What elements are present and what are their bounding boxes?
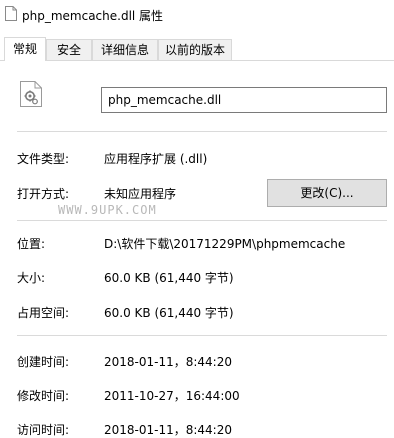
title-bar: php_memcache.dll 属性: [0, 0, 394, 28]
tab-details-label: 详细信息: [100, 43, 149, 57]
location-value: D:\软件下载\20171229PM\phpmemcache: [104, 237, 346, 251]
change-button[interactable]: 更改(C)...: [267, 179, 387, 207]
divider: [17, 335, 387, 336]
size-on-disk-value: 60.0 KB (61,440 字节): [104, 306, 234, 320]
tab-general[interactable]: 常规: [4, 37, 46, 61]
location-label: 位置:: [17, 237, 46, 251]
created-value: 2018-01-11，8:44:20: [104, 355, 232, 369]
opens-with-label: 打开方式:: [17, 187, 70, 201]
tab-general-label: 常规: [12, 42, 37, 56]
file-icon: [5, 6, 17, 21]
size-label: 大小:: [17, 271, 46, 285]
created-label: 创建时间:: [17, 355, 70, 369]
tab-previous-versions-label: 以前的版本: [164, 43, 225, 57]
tab-details[interactable]: 详细信息: [92, 39, 158, 60]
modified-value: 2011-10-27，16:44:00: [104, 389, 240, 403]
tab-security-label: 安全: [56, 43, 81, 57]
settings-file-icon: [20, 81, 42, 107]
divider: [17, 131, 387, 132]
tab-previous-versions[interactable]: 以前的版本: [158, 39, 232, 60]
watermark: WWW.9UPK.COM: [58, 203, 157, 217]
tab-security[interactable]: 安全: [46, 39, 92, 60]
filename-field[interactable]: php_memcache.dll: [101, 87, 387, 113]
size-on-disk-label: 占用空间:: [17, 306, 70, 320]
divider: [17, 220, 387, 221]
size-value: 60.0 KB (61,440 字节): [104, 271, 234, 285]
file-type-value: 应用程序扩展 (.dll): [104, 152, 208, 166]
opens-with-value: 未知应用程序: [104, 187, 177, 201]
file-type-label: 文件类型:: [17, 152, 70, 166]
window-title: php_memcache.dll 属性: [22, 9, 164, 23]
modified-label: 修改时间:: [17, 389, 70, 403]
